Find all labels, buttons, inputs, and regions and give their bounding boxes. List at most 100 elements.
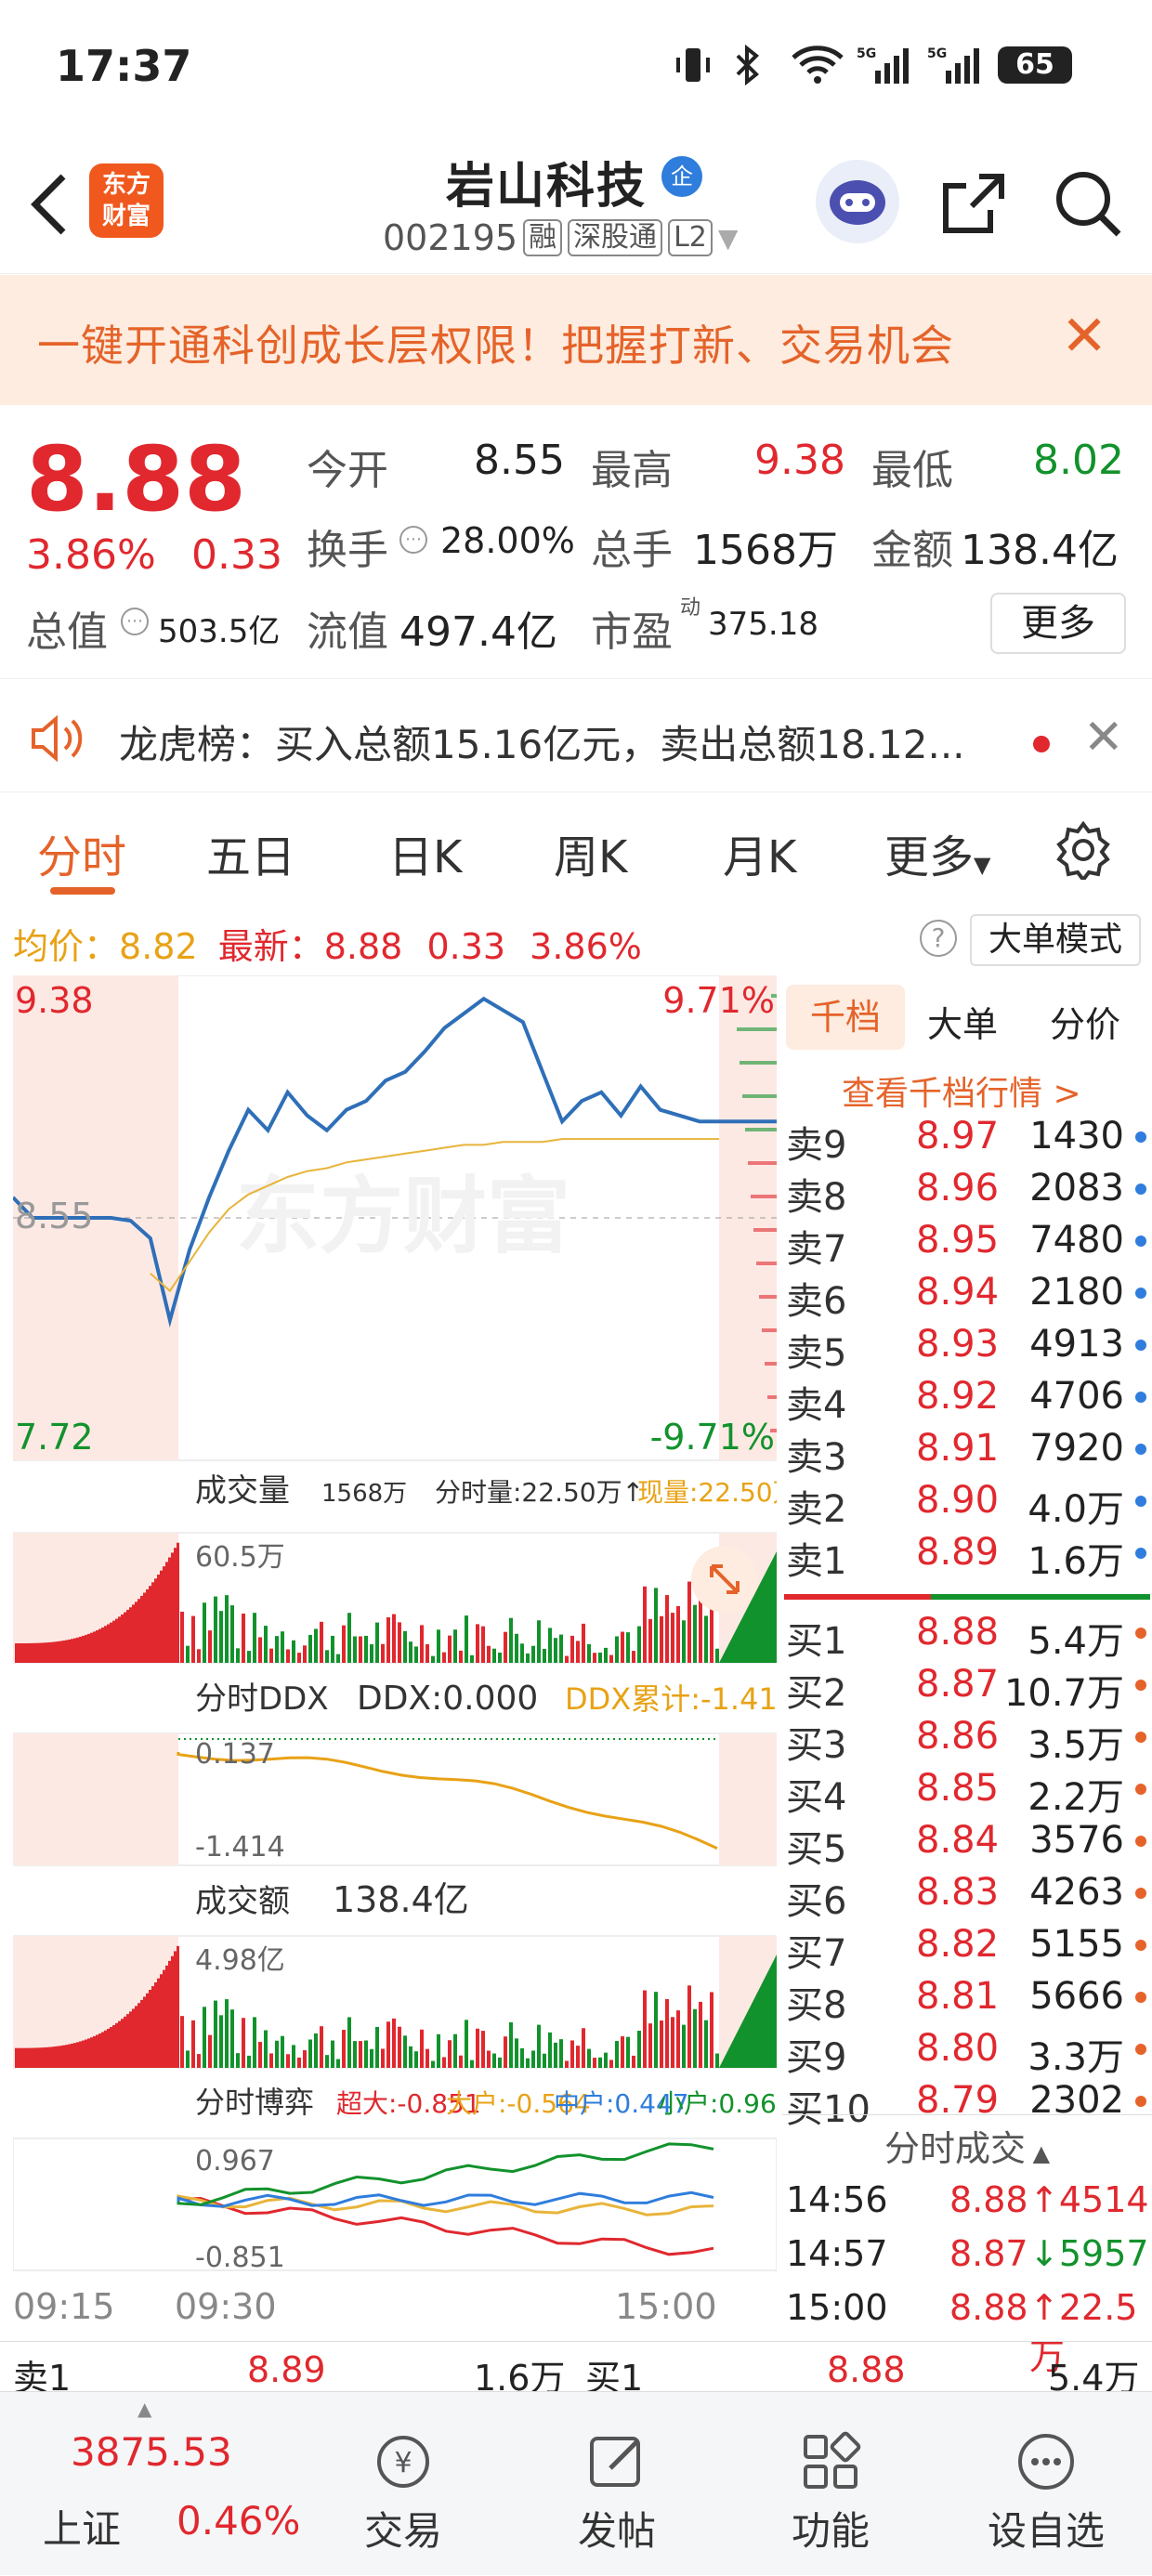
bar <box>286 1649 290 1663</box>
nav-add-watchlist[interactable]: 设自选 <box>972 2392 1120 2576</box>
pre-bar <box>43 2047 46 2068</box>
bid-row[interactable]: 买7 8.82 5155 <box>782 1919 1152 1975</box>
bid-row[interactable]: 买8 8.81 5666 <box>782 1971 1152 2027</box>
nav-post[interactable]: 发帖 <box>543 2392 691 2576</box>
bar <box>537 1620 541 1663</box>
bar <box>643 1586 647 1663</box>
ask-price: 8.89 <box>916 1531 1000 1574</box>
tab-more[interactable]: 更多▼ <box>884 820 990 885</box>
intraday-chart-svg: 东方财富 9.38 8.55 7.72 9.71% -9.71% 成交量 156… <box>11 974 799 2327</box>
bar <box>320 1621 323 1663</box>
assistant-avatar[interactable] <box>816 160 899 243</box>
tab-weekly-k[interactable]: 周K <box>554 820 627 885</box>
status-dot <box>1135 1496 1146 1507</box>
nav-trade-label: 交易 <box>363 2508 442 2554</box>
settings-gear-icon[interactable] <box>1054 820 1113 883</box>
tab-intraday[interactable]: 分时 <box>37 820 126 885</box>
bar <box>487 1645 491 1663</box>
more-dots-icon <box>1014 2429 1079 2494</box>
depth-bar <box>756 1262 777 1265</box>
tab-price-dist[interactable]: 分价 <box>1050 996 1120 1047</box>
pre-bar <box>26 1642 29 1663</box>
ask-row[interactable]: 卖4 8.92 4706 <box>782 1371 1152 1427</box>
bar <box>448 1635 452 1663</box>
index-ticker[interactable]: ▲ 3875.53 上证 0.46% <box>0 2392 307 2576</box>
status-dot <box>1135 1288 1146 1299</box>
bid-price: 8.87 <box>916 1663 1000 1706</box>
bar <box>214 1596 217 1663</box>
pre-bar <box>29 2047 32 2068</box>
bid-row[interactable]: 买5 8.84 3576 <box>782 1815 1152 1871</box>
promo-banner[interactable]: 一键开通科创成长层权限！把握打新、交易机会 ✕ <box>0 275 1152 405</box>
close-icon[interactable]: ✕ <box>1061 308 1107 364</box>
bar <box>191 2020 195 2068</box>
ticks-title[interactable]: 分时成交 ▲ <box>884 2120 1050 2171</box>
dragon-tiger-notice[interactable]: 龙虎榜：买入总额15.16亿元，卖出总额18.12... ✕ <box>0 687 1152 790</box>
ask-row[interactable]: 卖8 8.96 2083 <box>782 1163 1152 1219</box>
bar <box>570 1635 574 1663</box>
pre-bar <box>137 1599 140 1663</box>
nav-trade[interactable]: ¥ 交易 <box>329 2392 478 2576</box>
pre-bar <box>73 1638 76 1663</box>
close-icon[interactable]: ✕ <box>1083 710 1124 765</box>
pre-bar <box>110 2027 112 2068</box>
bid-row[interactable]: 买2 8.87 10.7万 <box>782 1659 1152 1715</box>
ask-label: 卖1 <box>786 1540 847 1583</box>
search-icon[interactable] <box>1050 165 1126 242</box>
ask-row[interactable]: 卖7 8.95 7480 <box>782 1215 1152 1271</box>
info-icon[interactable]: ⋯ <box>399 526 427 554</box>
ask-row[interactable]: 卖9 8.97 1430 <box>782 1111 1152 1167</box>
bid-row[interactable]: 买1 8.88 5.4万 <box>782 1607 1152 1663</box>
back-button[interactable] <box>26 167 82 242</box>
bar <box>453 1629 457 1663</box>
bar <box>671 2017 674 2068</box>
bar <box>258 2042 262 2068</box>
pre-bar <box>82 2040 85 2068</box>
bid-row[interactable]: 买4 8.85 2.2万 <box>782 1763 1152 1819</box>
tag-margin: 融 <box>523 219 563 256</box>
help-icon[interactable]: ? <box>920 920 957 957</box>
volume-label: 总手 <box>591 527 673 574</box>
ask-row[interactable]: 卖6 8.94 2180 <box>782 1267 1152 1323</box>
ask-row[interactable]: 卖3 8.91 7920 <box>782 1423 1152 1479</box>
tab-daily-k[interactable]: 日K <box>388 820 462 885</box>
depth-quote-link[interactable]: 查看千档行情 > <box>842 1066 1081 1115</box>
bar <box>626 2036 630 2068</box>
bar <box>398 1622 401 1663</box>
stock-code-row[interactable]: 002195 融 深股通 L2 ▼ <box>383 217 738 258</box>
tab-monthly-k[interactable]: 月K <box>723 820 796 885</box>
ask-price: 8.97 <box>916 1115 1000 1157</box>
bar <box>609 1654 613 1663</box>
status-dot <box>1135 1628 1146 1639</box>
ask-row[interactable]: 卖5 8.93 4913 <box>782 1319 1152 1375</box>
bid-row[interactable]: 买3 8.86 3.5万 <box>782 1711 1152 1767</box>
info-icon-2[interactable]: ⋯ <box>121 608 149 635</box>
amount-max-label: 4.98亿 <box>195 1944 285 1977</box>
bar <box>230 2009 234 2068</box>
amount-value: 138.4亿 <box>961 527 1119 574</box>
bid-row[interactable]: 买9 8.80 3.3万 <box>782 2023 1152 2079</box>
bar <box>593 1653 596 1663</box>
eastmoney-logo[interactable]: 东方 财富 <box>89 163 164 238</box>
bar <box>615 1636 619 1663</box>
tab-depth[interactable]: 千档 <box>786 985 905 1050</box>
bid-row[interactable]: 买6 8.83 4263 <box>782 1867 1152 1923</box>
big-order-mode-button[interactable]: 大单模式 <box>970 914 1141 966</box>
tab-big-order[interactable]: 大单 <box>927 996 998 1047</box>
pre-bar <box>143 1592 146 1663</box>
bar <box>648 2023 652 2068</box>
ask-row[interactable]: 卖2 8.90 4.0万 <box>782 1475 1152 1531</box>
bar <box>531 1645 535 1663</box>
best-bid-price: 8.88 <box>827 2349 906 2390</box>
expand-icon[interactable] <box>691 1546 758 1613</box>
pre-bar <box>98 1628 101 1663</box>
intraday-chart-area[interactable]: 东方财富 9.38 8.55 7.72 9.71% -9.71% 成交量 156… <box>11 974 799 2332</box>
float-label: 流值 <box>307 608 388 656</box>
ask-row[interactable]: 卖1 8.89 1.6万 <box>782 1527 1152 1583</box>
share-icon[interactable] <box>938 169 1009 240</box>
more-button[interactable]: 更多 <box>990 593 1126 654</box>
bar <box>398 2026 401 2068</box>
nav-functions[interactable]: 功能 <box>756 2392 905 2576</box>
pre-bar <box>51 2046 54 2068</box>
tab-five-day[interactable]: 五日 <box>206 820 295 885</box>
